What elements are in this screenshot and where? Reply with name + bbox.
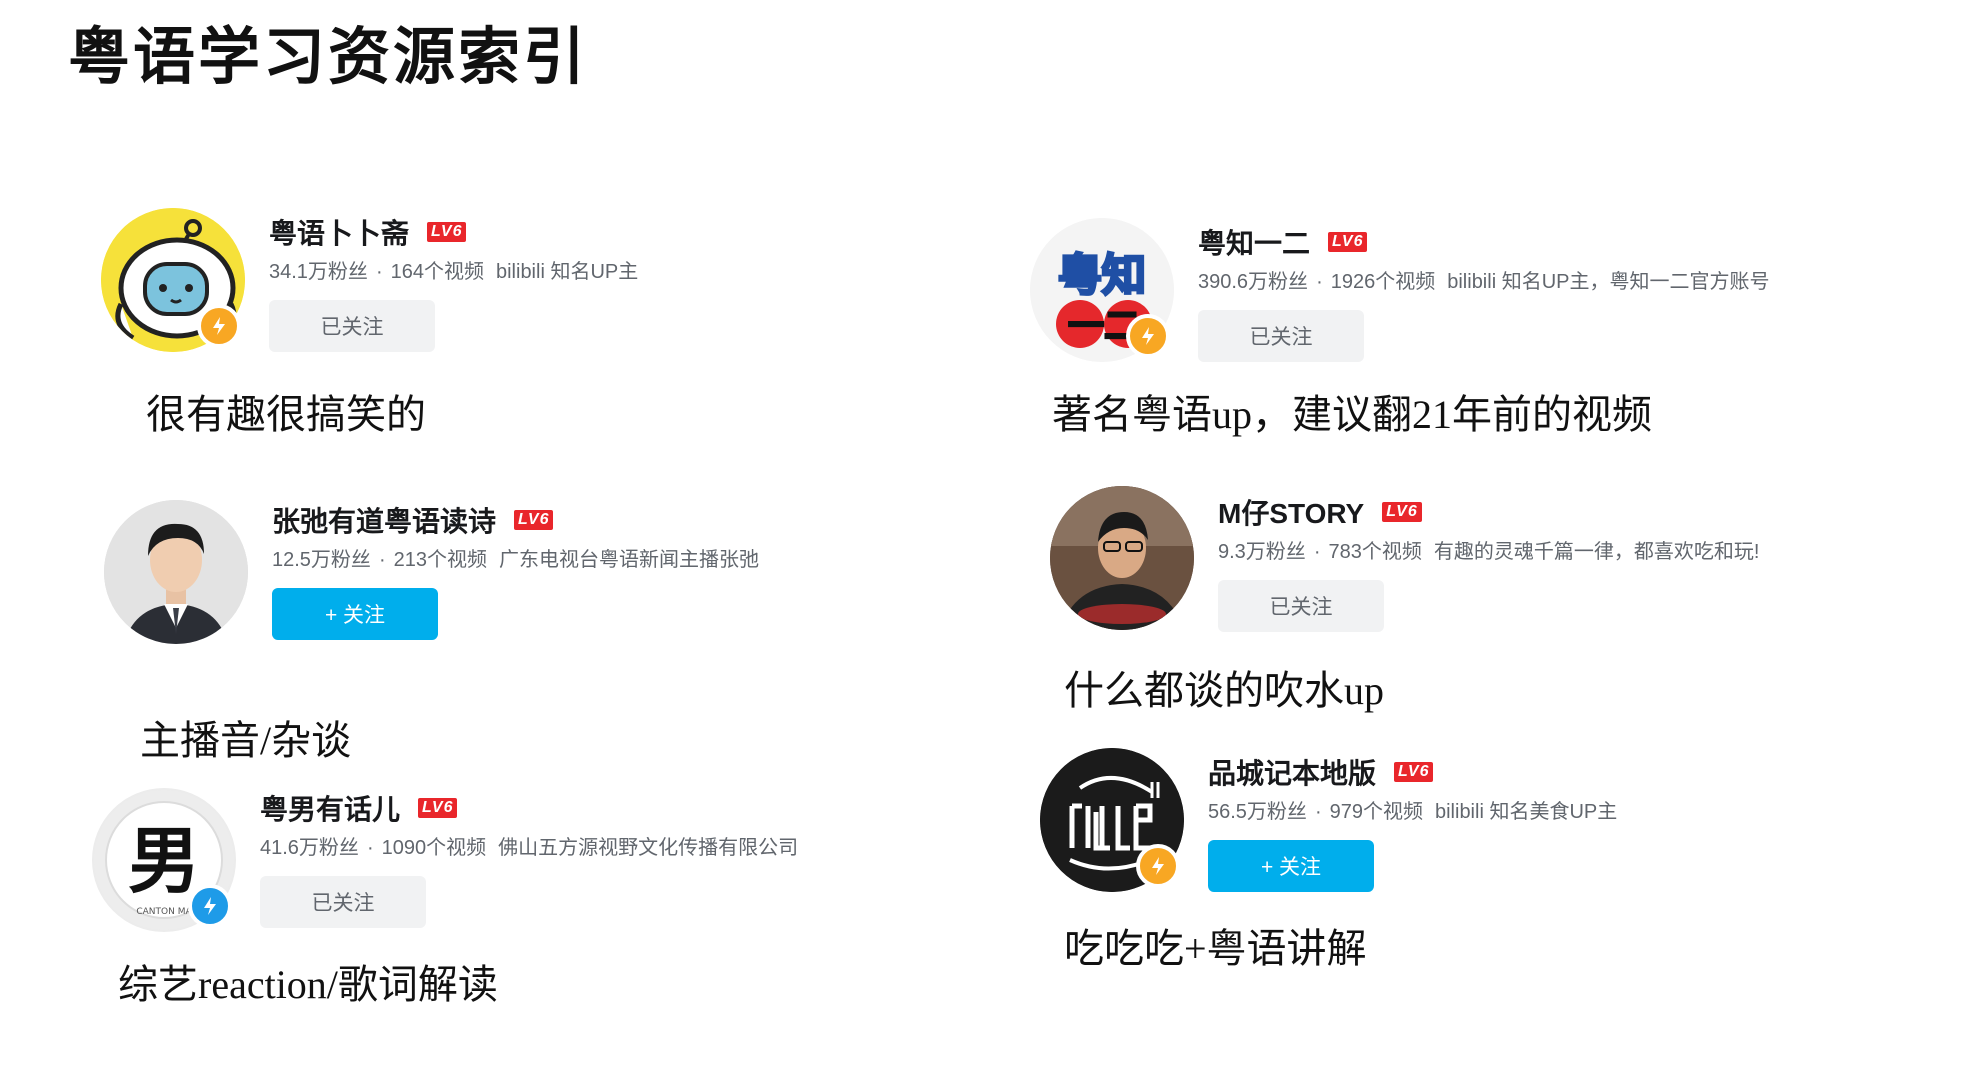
verified-badge-icon xyxy=(1126,314,1170,358)
stat-separator: · xyxy=(1313,541,1321,563)
comment-text: 著名粤语up，建议翻21年前的视频 xyxy=(1052,392,1652,437)
avatar[interactable] xyxy=(1050,486,1194,630)
comment-text: 主播音/杂谈 xyxy=(140,718,352,763)
up-name[interactable]: 粤男有话儿 xyxy=(260,788,400,828)
level-badge: LV6 xyxy=(1382,502,1422,522)
followed-button[interactable]: 已关注 xyxy=(1218,580,1384,632)
stat-separator: · xyxy=(366,837,374,859)
fans-count: 9.3万粉丝 xyxy=(1218,541,1306,563)
up-card: 粤知 一二 粤知一二 LV6 390.6万粉丝 · 1926个视频 bilibili … xyxy=(1030,218,1930,368)
up-description: bilibili 知名UP主 xyxy=(495,261,639,283)
man-portrait-icon xyxy=(104,500,248,644)
up-description: 广东电视台粤语新闻主播张弛 xyxy=(498,549,759,571)
avatar[interactable] xyxy=(104,500,248,644)
page-title: 粤语学习资源索引 xyxy=(68,24,589,92)
up-description: bilibili 知名美食UP主 xyxy=(1434,801,1618,823)
up-stats: 41.6万粉丝 · 1090个视频 佛山五方源视野文化传播有限公司 xyxy=(260,834,960,862)
avatar-caption: CANTON MA xyxy=(136,907,192,917)
fans-count: 390.6万粉丝 xyxy=(1198,271,1309,293)
man-eating-photo-icon xyxy=(1050,486,1194,630)
comment-text: 吃吃吃+粤语讲解 xyxy=(1064,926,1367,971)
level-badge: LV6 xyxy=(1328,232,1368,252)
up-name[interactable]: 粤知一二 xyxy=(1198,222,1310,262)
up-card: 品城记本地版 LV6 56.5万粉丝 · 979个视频 bilibili 知名美食UP… xyxy=(1040,748,1920,898)
up-stats: 9.3万粉丝 · 783个视频 有趣的灵魂千篇一律，都喜欢吃和玩! xyxy=(1218,538,1918,566)
level-badge: LV6 xyxy=(514,510,554,530)
verified-badge-icon xyxy=(1136,844,1180,888)
up-stats: 390.6万粉丝 · 1926个视频 bilibili 知名UP主，粤知一二官方账号 xyxy=(1198,268,1898,296)
up-stats: 12.5万粉丝 · 213个视频 广东电视台粤语新闻主播张弛 xyxy=(272,546,972,574)
video-count: 1090个视频 xyxy=(381,837,487,859)
avatar-glyph: 粤知 xyxy=(1058,250,1146,301)
up-name[interactable]: 品城记本地版 xyxy=(1208,752,1376,792)
stat-separator: · xyxy=(375,261,383,283)
up-name[interactable]: 粤语卜卜斋 xyxy=(269,212,409,252)
comment-text: 很有趣很搞笑的 xyxy=(146,392,426,437)
followed-button[interactable]: 已关注 xyxy=(269,300,435,352)
avatar-glyph: 男 xyxy=(128,818,200,903)
stat-separator: · xyxy=(1314,801,1322,823)
level-badge: LV6 xyxy=(1394,762,1434,782)
followed-button[interactable]: 已关注 xyxy=(260,876,426,928)
followed-button[interactable]: 已关注 xyxy=(1198,310,1364,362)
stat-separator: · xyxy=(1316,271,1323,293)
fans-count: 12.5万粉丝 xyxy=(272,549,371,571)
up-description: bilibili 知名UP主，粤知一二官方账号 xyxy=(1447,271,1770,293)
video-count: 979个视频 xyxy=(1329,801,1423,823)
up-name[interactable]: M仔STORY xyxy=(1218,492,1364,532)
up-card: M仔STORY LV6 9.3万粉丝 · 783个视频 有趣的灵魂千篇一律，都喜欢吃和… xyxy=(1050,486,1930,636)
comment-text: 综艺reaction/歌词解读 xyxy=(118,962,498,1007)
fans-count: 34.1万粉丝 xyxy=(269,261,368,283)
fans-count: 56.5万粉丝 xyxy=(1208,801,1307,823)
up-card: 粤语卜卜斋 LV6 34.1万粉丝 · 164个视频 bilibili 知名UP主 已… xyxy=(101,208,841,358)
verified-badge-icon xyxy=(197,304,241,348)
video-count: 213个视频 xyxy=(393,549,487,571)
video-count: 164个视频 xyxy=(390,261,484,283)
verified-badge-icon xyxy=(188,884,232,928)
up-stats: 56.5万粉丝 · 979个视频 bilibili 知名美食UP主 xyxy=(1208,798,1908,826)
up-description: 佛山五方源视野文化传播有限公司 xyxy=(498,837,799,859)
comment-text: 什么都谈的吹水up xyxy=(1064,668,1384,713)
video-count: 783个视频 xyxy=(1328,541,1422,563)
follow-button[interactable]: + 关注 xyxy=(272,588,438,640)
up-description: 有趣的灵魂千篇一律，都喜欢吃和玩! xyxy=(1433,541,1760,563)
fans-count: 41.6万粉丝 xyxy=(260,837,359,859)
follow-button[interactable]: + 关注 xyxy=(1208,840,1374,892)
up-name[interactable]: 张弛有道粤语读诗 xyxy=(272,500,496,540)
level-badge: LV6 xyxy=(427,222,467,242)
up-stats: 34.1万粉丝 · 164个视频 bilibili 知名UP主 xyxy=(269,258,969,286)
up-card: 张弛有道粤语读诗 LV6 12.5万粉丝 · 213个视频 广东电视台粤语新闻主播张弛… xyxy=(104,500,844,650)
up-card: 男 CANTON MA 粤男有话儿 LV6 41.6万粉丝 · 1090个视频 佛山五… xyxy=(92,788,872,938)
video-count: 1926个视频 xyxy=(1330,271,1436,293)
stat-separator: · xyxy=(378,549,386,571)
level-badge: LV6 xyxy=(418,798,458,818)
